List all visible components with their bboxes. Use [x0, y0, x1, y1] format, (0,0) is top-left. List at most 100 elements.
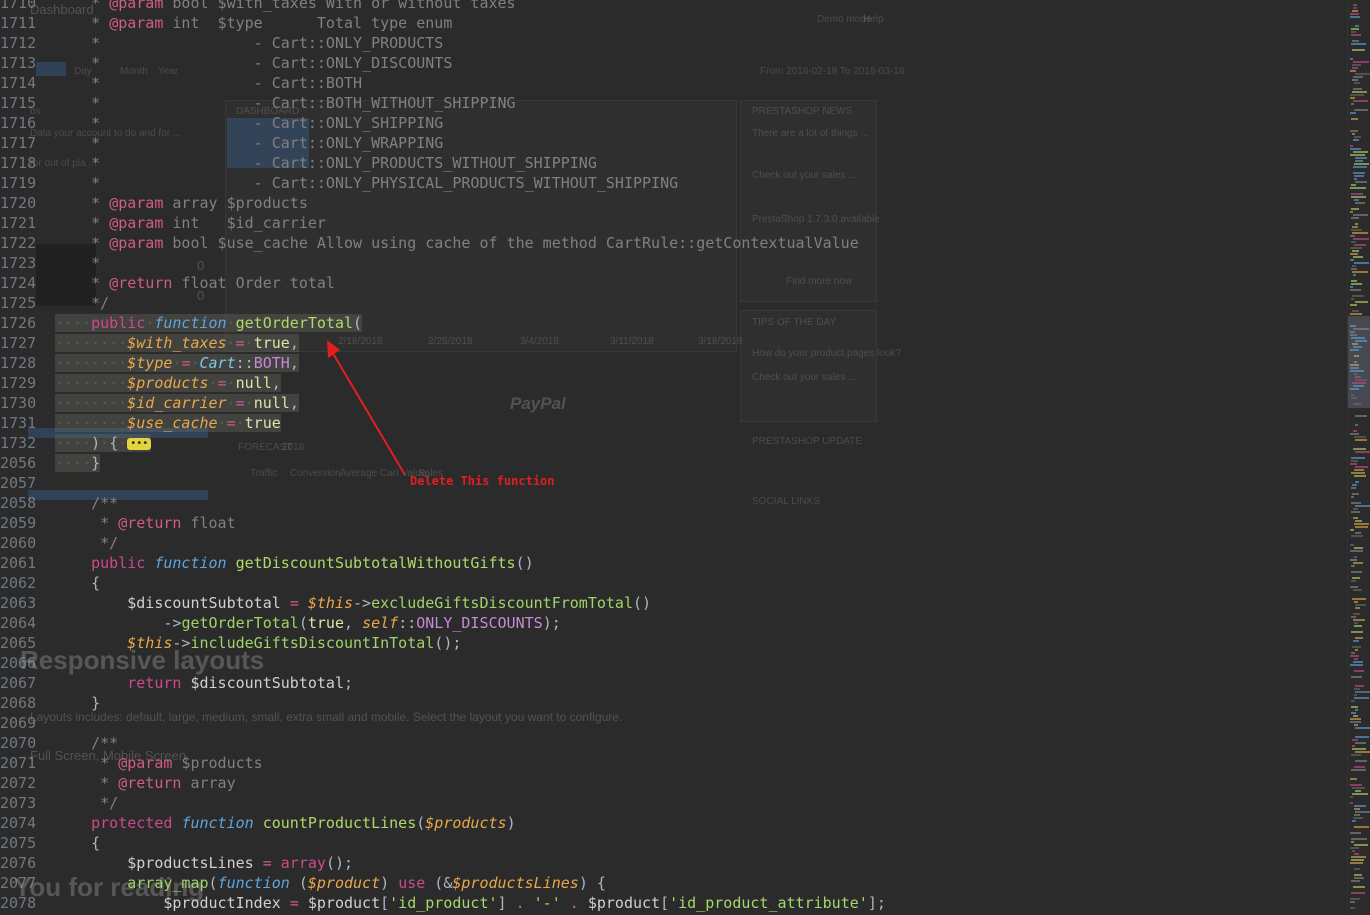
code-text[interactable]: * - Cart::ONLY_PRODUCTS	[55, 33, 443, 53]
code-text[interactable]: ····}	[55, 453, 101, 473]
code-text[interactable]: * @param bool $with_taxes With or withou…	[55, 0, 515, 13]
code-text[interactable]: * - Cart::ONLY_SHIPPING	[55, 113, 443, 133]
code-line[interactable]: 2061 public function getDiscountSubtotal…	[0, 553, 1345, 573]
code-line[interactable]: 2057	[0, 473, 1345, 493]
code-text[interactable]: $productIndex = $product['id_product'] .…	[55, 893, 886, 913]
code-line[interactable]: 2068 }	[0, 693, 1345, 713]
code-line[interactable]: 1713 * - Cart::ONLY_DISCOUNTS	[0, 53, 1345, 73]
code-text[interactable]: *	[55, 253, 100, 273]
code-line[interactable]: 1724 * @return float Order total	[0, 273, 1345, 293]
code-line[interactable]: 2066	[0, 653, 1345, 673]
code-text[interactable]: ········$use_cache·=·true	[55, 413, 281, 433]
minimap-mark	[1352, 793, 1368, 795]
minimap-mark	[1350, 259, 1354, 261]
code-line[interactable]: 1710 * @param bool $with_taxes With or w…	[0, 0, 1345, 13]
code-line[interactable]: 1712 * - Cart::ONLY_PRODUCTS	[0, 33, 1345, 53]
code-text[interactable]: protected function countProductLines($pr…	[55, 813, 515, 833]
code-text[interactable]: * - Cart::BOTH	[55, 73, 362, 93]
code-text[interactable]: * @param $products	[55, 753, 263, 773]
code-text[interactable]: $discountSubtotal = $this->excludeGiftsD…	[55, 593, 651, 613]
code-line[interactable]: 2074 protected function countProductLine…	[0, 813, 1345, 833]
code-text[interactable]: /**	[55, 733, 118, 753]
code-line[interactable]: 1725 */	[0, 293, 1345, 313]
code-text[interactable]: }	[55, 693, 100, 713]
code-text[interactable]: /**	[55, 493, 118, 513]
code-text[interactable]: ->getOrderTotal(true, self::ONLY_DISCOUN…	[55, 613, 560, 633]
code-line[interactable]: 2069	[0, 713, 1345, 733]
code-text[interactable]: ········$id_carrier·=·null,	[55, 393, 299, 413]
code-line[interactable]: 1726 ····public·function·getOrderTotal(	[0, 313, 1345, 333]
code-text[interactable]: * @param int $id_carrier	[55, 213, 326, 233]
code-line[interactable]: 2077 array_map(function ($product) use (…	[0, 873, 1345, 893]
code-text[interactable]: * - Cart::ONLY_PHYSICAL_PRODUCTS_WITHOUT…	[55, 173, 678, 193]
code-line[interactable]: 1720 * @param array $products	[0, 193, 1345, 213]
code-line[interactable]: 2059 * @return float	[0, 513, 1345, 533]
minimap-scrollbar[interactable]	[1347, 0, 1370, 915]
code-text[interactable]: $this->includeGiftsDiscountInTotal();	[55, 633, 461, 653]
code-line[interactable]: 1721 * @param int $id_carrier	[0, 213, 1345, 233]
code-text[interactable]: */	[55, 293, 109, 313]
code-text[interactable]: ········$products·=·null,	[55, 373, 281, 393]
code-text[interactable]: * @param int $type Total type enum	[55, 13, 452, 33]
code-line[interactable]: 1730 ········$id_carrier·=·null,	[0, 393, 1345, 413]
code-text[interactable]: ····)·{· •••	[55, 433, 152, 453]
code-line[interactable]: 2060 */	[0, 533, 1345, 553]
code-line[interactable]: 1723 *	[0, 253, 1345, 273]
code-line[interactable]: 2078 $productIndex = $product['id_produc…	[0, 893, 1345, 913]
code-line[interactable]: 1717 * - Cart::ONLY_WRAPPING	[0, 133, 1345, 153]
code-line[interactable]: 1715 * - Cart::BOTH_WITHOUT_SHIPPING	[0, 93, 1345, 113]
code-line[interactable]: 1719 * - Cart::ONLY_PHYSICAL_PRODUCTS_WI…	[0, 173, 1345, 193]
code-line[interactable]: 1722 * @param bool $use_cache Allow usin…	[0, 233, 1345, 253]
code-text[interactable]: * @return float Order total	[55, 273, 335, 293]
code-text[interactable]: ········$with_taxes·=·true,	[55, 333, 299, 353]
code-text[interactable]: * @param array $products	[55, 193, 308, 213]
code-line[interactable]: 1731 ········$use_cache·=·true	[0, 413, 1345, 433]
code-line[interactable]: 1727 ········$with_taxes·=·true,	[0, 333, 1345, 353]
code-line[interactable]: 1716 * - Cart::ONLY_SHIPPING	[0, 113, 1345, 133]
code-text[interactable]: * - Cart::ONLY_WRAPPING	[55, 133, 443, 153]
code-text[interactable]: * @param bool $use_cache Allow using cac…	[55, 233, 859, 253]
code-line[interactable]: 2075 {	[0, 833, 1345, 853]
code-line[interactable]: 1711 * @param int $type Total type enum	[0, 13, 1345, 33]
code-text[interactable]: array_map(function ($product) use (&$pro…	[55, 873, 606, 893]
code-line[interactable]: 2067 return $discountSubtotal;	[0, 673, 1345, 693]
minimap-mark	[1354, 361, 1357, 363]
code-line[interactable]: 2072 * @return array	[0, 773, 1345, 793]
code-line[interactable]: 1732 ····)·{· •••	[0, 433, 1345, 453]
code-line[interactable]: 2064 ->getOrderTotal(true, self::ONLY_DI…	[0, 613, 1345, 633]
code-text[interactable]: return $discountSubtotal;	[55, 673, 353, 693]
code-line[interactable]: 2071 * @param $products	[0, 753, 1345, 773]
code-text[interactable]: * - Cart::ONLY_PRODUCTS_WITHOUT_SHIPPING	[55, 153, 597, 173]
code-text[interactable]: */	[55, 533, 118, 553]
minimap-mark	[1355, 157, 1367, 159]
code-line[interactable]: 1729 ········$products·=·null,	[0, 373, 1345, 393]
minimap-mark	[1350, 586, 1358, 588]
code-text[interactable]: * - Cart::BOTH_WITHOUT_SHIPPING	[55, 93, 515, 113]
code-line[interactable]: 2062 {	[0, 573, 1345, 593]
code-text[interactable]: ········$type·=·Cart::BOTH,	[55, 353, 299, 373]
code-text[interactable]: $productsLines = array();	[55, 853, 353, 873]
code-line[interactable]: 2056 ····}	[0, 453, 1345, 473]
code-line[interactable]: 2073 */	[0, 793, 1345, 813]
minimap-mark	[1350, 664, 1363, 666]
code-line[interactable]: 1728 ········$type·=·Cart::BOTH,	[0, 353, 1345, 373]
code-line[interactable]: 2058 /**	[0, 493, 1345, 513]
code-editor[interactable]: 1710 * @param bool $with_taxes With or w…	[0, 0, 1345, 913]
code-text[interactable]: {	[55, 833, 100, 853]
code-line[interactable]: 2065 $this->includeGiftsDiscountInTotal(…	[0, 633, 1345, 653]
minimap-mark	[1352, 91, 1367, 93]
code-text[interactable]: * @return float	[55, 513, 235, 533]
minimap-mark	[1354, 844, 1368, 846]
code-text[interactable]: public function getDiscountSubtotalWitho…	[55, 553, 534, 573]
code-text[interactable]: {	[55, 573, 100, 593]
code-text[interactable]: * - Cart::ONLY_DISCOUNTS	[55, 53, 452, 73]
code-text[interactable]: ····public·function·getOrderTotal(	[55, 313, 363, 333]
code-line[interactable]: 2076 $productsLines = array();	[0, 853, 1345, 873]
code-text[interactable]: * @return array	[55, 773, 235, 793]
code-line[interactable]: 1714 * - Cart::BOTH	[0, 73, 1345, 93]
code-line[interactable]: 2063 $discountSubtotal = $this->excludeG…	[0, 593, 1345, 613]
code-line[interactable]: 2070 /**	[0, 733, 1345, 753]
code-line[interactable]: 1718 * - Cart::ONLY_PRODUCTS_WITHOUT_SHI…	[0, 153, 1345, 173]
minimap-mark	[1352, 226, 1358, 228]
code-text[interactable]: */	[55, 793, 118, 813]
